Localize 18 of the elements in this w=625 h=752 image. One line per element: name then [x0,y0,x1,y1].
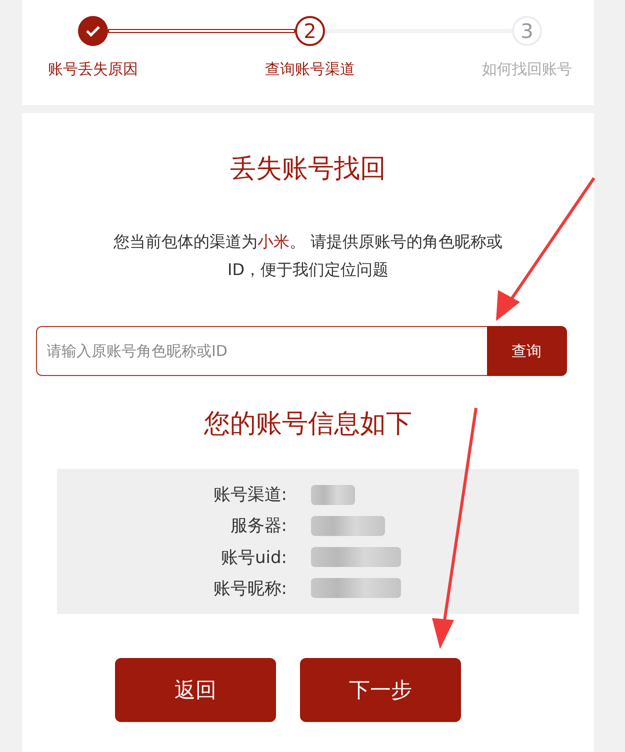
info-label: 账号uid: [220,546,287,569]
step-label: 查询账号渠道 [265,60,355,79]
info-label: 账号昵称: [212,578,287,600]
step-circle: 2 [295,16,325,46]
check-icon [85,25,101,37]
step-label: 如何找回账号 [482,60,572,79]
description: 您当前包体的渠道为小米。 请提供原账号的角色昵称或ID，便于我们定位问题 [112,231,504,281]
query-button[interactable]: 查询 [486,326,566,376]
info-title: 您的账号信息如下 [204,408,412,441]
next-button[interactable]: 下一步 [300,658,461,722]
back-button[interactable]: 返回 [115,658,276,722]
step-label: 账号丢失原因 [48,60,138,79]
search-field[interactable]: 请输入原账号角色昵称或ID [36,326,486,376]
page-title: 丢失账号找回 [230,153,386,186]
step-circle: 3 [512,16,542,46]
info-label: 服务器: [229,515,287,538]
info-label: 账号渠道: [212,484,287,506]
redacted-value [311,484,355,505]
